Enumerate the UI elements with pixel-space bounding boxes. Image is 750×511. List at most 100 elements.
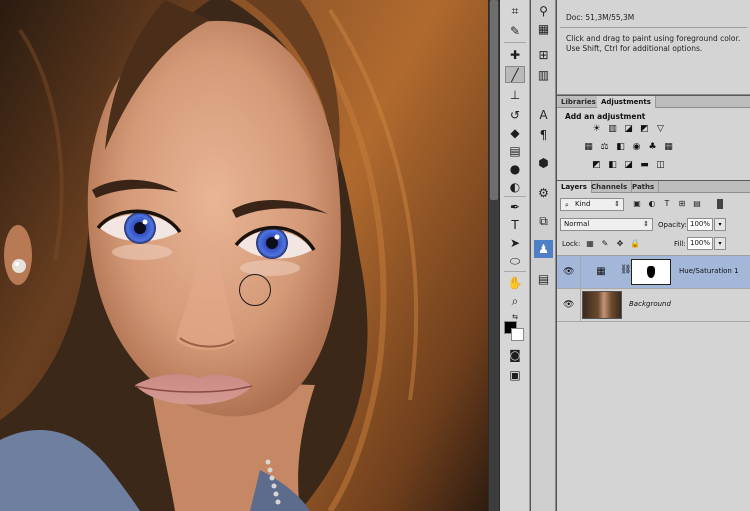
pixel-filter-icon[interactable]: ▣ (632, 199, 642, 209)
scrollbar-thumb[interactable] (490, 0, 498, 200)
curves-icon[interactable]: ◪ (623, 124, 634, 134)
invert-icon[interactable]: ◩ (591, 160, 602, 170)
lock-transparent-icon[interactable]: ▦ (585, 239, 595, 249)
type-tool-icon[interactable]: T (505, 216, 525, 233)
adjustments-panel: Libraries Adjustments Add an adjustment … (557, 96, 750, 180)
chevron-down-icon: ⇕ (614, 200, 620, 208)
blend-mode-select[interactable]: Normal ⇕ (560, 218, 653, 231)
opacity-field[interactable]: 100% (687, 218, 713, 231)
ellipse-tool-icon[interactable]: ⬭ (505, 252, 525, 269)
chain-link-icon[interactable]: ⛓ (620, 265, 631, 275)
tool-divider (504, 42, 526, 43)
background-color-swatch[interactable] (511, 328, 524, 341)
selective-color-icon[interactable]: ◫ (655, 160, 666, 170)
tool-hint: Click and drag to paint using foreground… (566, 34, 741, 53)
zoom-tool-icon[interactable]: ⌕ (505, 292, 525, 309)
cube-icon[interactable]: ⬢ (534, 154, 553, 172)
adjustment-filter-icon[interactable]: ◐ (647, 199, 657, 209)
photo-filter-icon[interactable]: ◉ (631, 142, 642, 152)
threshold-icon[interactable]: ◪ (623, 160, 634, 170)
clone-stamp-tool-icon[interactable]: ⊥ (505, 86, 525, 103)
layers-panel: Layers Channels Paths ⌕ Kind ⇕ ▣ ◐ T ⊞ ▤… (557, 181, 750, 511)
healing-brush-tool-icon[interactable]: ✚ (505, 46, 525, 63)
levels-icon[interactable]: ▥ (607, 124, 618, 134)
layer-row[interactable]: 👁 Background (557, 289, 750, 322)
filter-toggle[interactable] (717, 199, 723, 209)
tab-adjustments[interactable]: Adjustments (597, 96, 656, 108)
pen-tool-icon[interactable]: ✒ (505, 198, 525, 215)
brush-tool-icon[interactable]: ╱ (505, 66, 525, 83)
posterize-icon[interactable]: ◧ (607, 160, 618, 170)
smart-object-filter-icon[interactable]: ▤ (692, 199, 702, 209)
vibrance-icon[interactable]: ▽ (655, 124, 666, 134)
exposure-icon[interactable]: ◩ (639, 124, 650, 134)
shape-filter-icon[interactable]: ⊞ (677, 199, 687, 209)
brush-settings-icon[interactable]: ⊞ (534, 46, 553, 64)
layer-filter-select[interactable]: ⌕ Kind ⇕ (560, 198, 624, 211)
background-thumbnail[interactable] (582, 291, 622, 319)
mask-shape (647, 266, 655, 278)
color-lookup-icon[interactable]: ▦ (663, 142, 674, 152)
burn-tool-icon[interactable]: ◐ (505, 178, 525, 195)
lock-label: Lock: (562, 240, 581, 248)
layer-name[interactable]: Hue/Saturation 1 (679, 267, 739, 275)
fill-dropdown[interactable]: ▾ (714, 237, 726, 250)
channel-icon[interactable]: ▥ (534, 66, 553, 84)
opacity-label: Opacity: (658, 221, 687, 229)
eraser-tool-icon[interactable]: ◆ (505, 124, 525, 141)
hand-tool-icon[interactable]: ✋ (505, 274, 525, 291)
fill-field[interactable]: 100% (687, 237, 713, 250)
layer-mask-thumbnail[interactable] (631, 259, 671, 285)
eyedropper-tool-icon[interactable]: ✎ (505, 22, 525, 39)
photoshop-window: ⌗ ✎ ✚ ╱ ⊥ ↺ ◆ ▤ ● ◐ ✒ T ➤ ⬭ ✋ ⌕ ⇆ ◙ ▣ ⚲ … (0, 0, 750, 511)
type-filter-icon[interactable]: T (662, 199, 672, 209)
adjustments-title: Add an adjustment (565, 112, 646, 121)
screen-mode-icon[interactable]: ▣ (505, 366, 525, 383)
pin-icon[interactable]: ⚲ (534, 2, 553, 20)
quick-mask-icon[interactable]: ◙ (505, 346, 525, 363)
row-divider (580, 289, 581, 322)
puppet-icon[interactable]: ♟ (534, 240, 553, 258)
search-icon: ⌕ (565, 201, 569, 209)
doc-size: Doc: 51,3M/55,3M (566, 13, 635, 22)
panel-icon-strip: ⚲ ▦ ⊞ ▥ A ¶ ⬢ ⚙ ⧉ ♟ ▤ (531, 0, 556, 511)
paragraph-icon[interactable]: ¶ (534, 126, 553, 144)
character-icon[interactable]: A (534, 106, 553, 124)
history-brush-tool-icon[interactable]: ↺ (505, 106, 525, 123)
black-white-icon[interactable]: ◧ (615, 142, 626, 152)
transform-icon[interactable]: ⚙ (534, 184, 553, 202)
layer-row[interactable]: 👁 ▦ ⛓ Hue/Saturation 1 (557, 256, 750, 289)
lock-pixels-icon[interactable]: ✎ (600, 239, 610, 249)
blend-mode-value: Normal (564, 220, 590, 228)
eye-icon[interactable]: 👁 (563, 300, 575, 310)
filter-value: Kind (575, 200, 591, 208)
fill-label: Fill: (674, 240, 686, 248)
chevron-down-icon: ⇕ (643, 220, 649, 228)
dodge-tool-icon[interactable]: ● (505, 160, 525, 177)
document-canvas[interactable] (0, 0, 488, 511)
channel-mixer-icon[interactable]: ♣ (647, 142, 658, 152)
tab-channels[interactable]: Channels (587, 181, 633, 193)
crop-tool-icon[interactable]: ⌗ (505, 2, 525, 19)
tab-paths[interactable]: Paths (628, 181, 660, 193)
history-icon[interactable]: ▤ (534, 270, 553, 288)
grid-icon[interactable]: ▦ (534, 20, 553, 38)
hue-saturation-icon[interactable]: ▦ (583, 142, 594, 152)
eye-icon[interactable]: 👁 (563, 267, 575, 277)
layer-comps-icon[interactable]: ⧉ (534, 212, 553, 230)
color-balance-icon[interactable]: ⚖ (599, 142, 610, 152)
path-selection-tool-icon[interactable]: ➤ (505, 234, 525, 251)
right-panels: Doc: 51,3M/55,3M Click and drag to paint… (557, 0, 750, 511)
gradient-map-icon[interactable]: ▬ (639, 160, 650, 170)
lock-position-icon[interactable]: ✥ (615, 239, 625, 249)
tab-libraries[interactable]: Libraries (557, 96, 601, 108)
brightness-contrast-icon[interactable]: ☀ (591, 124, 602, 134)
layer-name[interactable]: Background (629, 300, 671, 308)
portrait-image (0, 0, 488, 511)
tool-divider (504, 196, 526, 197)
opacity-dropdown[interactable]: ▾ (714, 218, 726, 231)
tools-panel: ⌗ ✎ ✚ ╱ ⊥ ↺ ◆ ▤ ● ◐ ✒ T ➤ ⬭ ✋ ⌕ ⇆ ◙ ▣ (500, 0, 530, 511)
lock-all-icon[interactable]: 🔒 (630, 239, 640, 249)
gradient-tool-icon[interactable]: ▤ (505, 142, 525, 159)
hue-saturation-icon: ▦ (596, 266, 606, 277)
